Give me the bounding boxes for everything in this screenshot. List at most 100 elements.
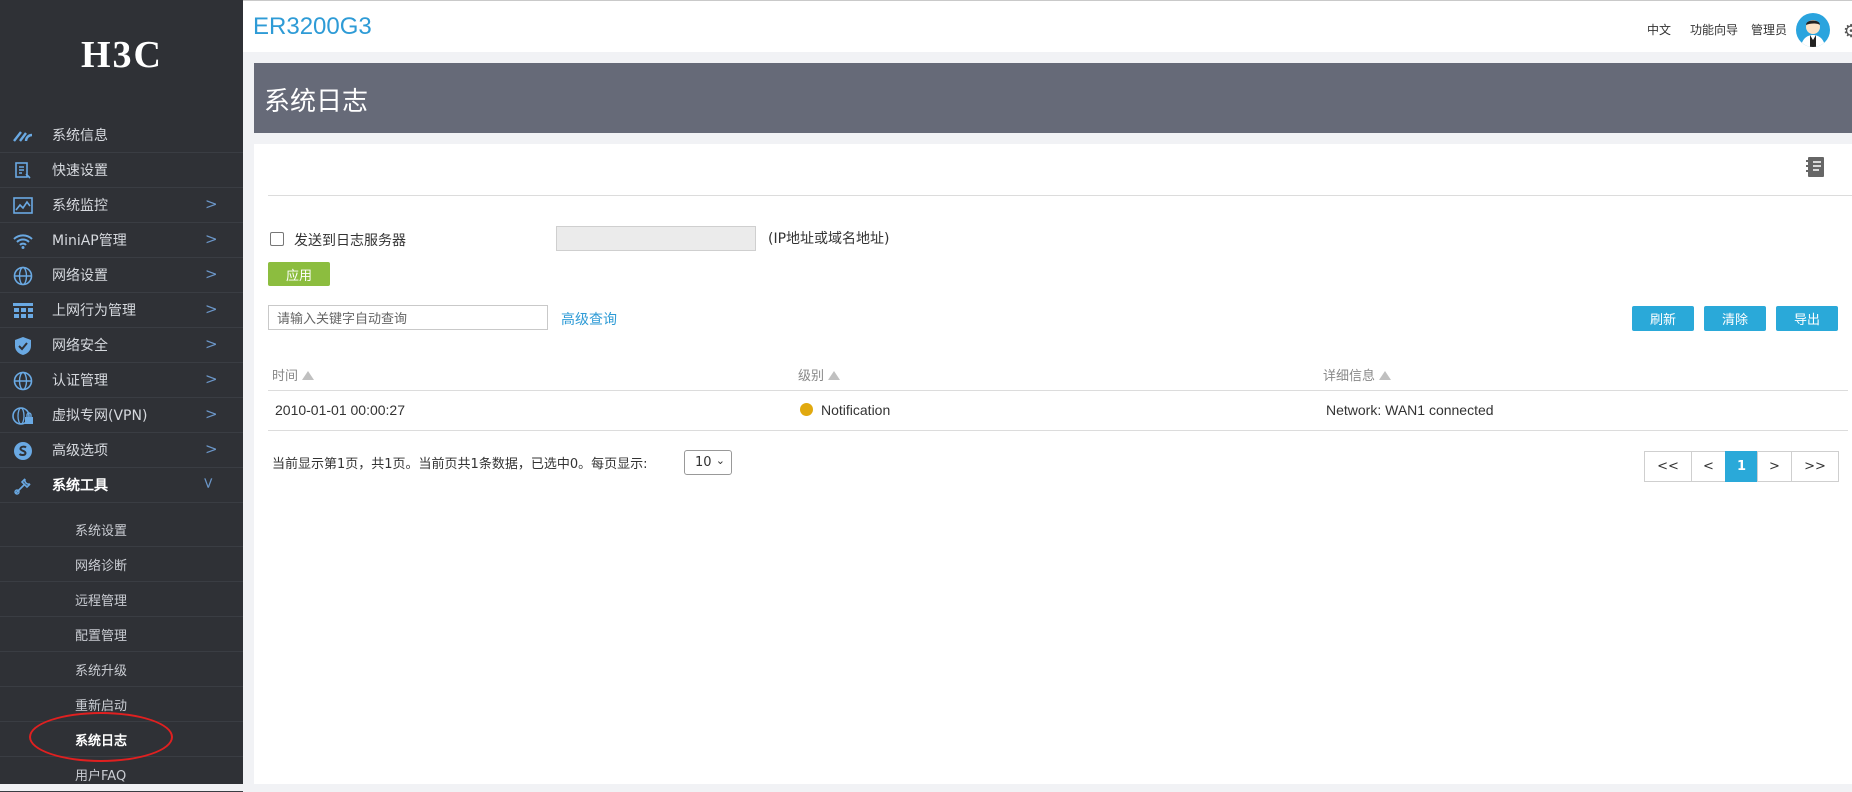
- monitor-chart-icon: [12, 196, 34, 216]
- sort-asc-icon: [302, 371, 315, 380]
- gear-icon[interactable]: ⚙: [1843, 21, 1852, 41]
- sidebar-item-label: 系统工具: [52, 478, 108, 494]
- page-1-button[interactable]: 1: [1725, 451, 1758, 482]
- column-header-time[interactable]: 时间: [272, 365, 315, 384]
- top-header: ER3200G3 中文 功能向导 管理员 ⚙: [243, 0, 1852, 52]
- sort-asc-icon: [828, 371, 841, 380]
- sidebar-item-behavior-management[interactable]: 上网行为管理 >: [0, 293, 243, 328]
- first-page-button[interactable]: <<: [1644, 451, 1692, 482]
- apply-button[interactable]: 应用: [268, 262, 330, 286]
- tools-icon: [12, 476, 34, 496]
- chevron-right-icon: >: [205, 405, 218, 423]
- sidebar-subitem-system-settings[interactable]: 系统设置: [0, 512, 243, 547]
- shield-icon: [12, 336, 34, 356]
- sidebar-item-system-monitor[interactable]: 系统监控 >: [0, 188, 243, 223]
- sidebar-item-label: 网络安全: [52, 338, 108, 354]
- sidebar-item-network-security[interactable]: 网络安全 >: [0, 328, 243, 363]
- page-size-select[interactable]: 10 ⌄: [684, 450, 732, 475]
- chevron-right-icon: >: [205, 440, 218, 458]
- sidebar-subitem-label: 配置管理: [75, 628, 128, 644]
- send-to-log-server-label: 发送到日志服务器: [294, 233, 406, 249]
- sidebar-item-label: MiniAP管理: [52, 233, 127, 249]
- sidebar-item-label: 高级选项: [52, 443, 108, 459]
- sidebar-item-label: 系统监控: [52, 198, 108, 214]
- sidebar-subitem-label: 网络诊断: [75, 558, 128, 574]
- log-server-address-input[interactable]: [556, 226, 756, 251]
- table-row[interactable]: 2010-01-01 00:00:27 Notification Network…: [268, 391, 1848, 431]
- sidebar-item-label: 系统信息: [52, 128, 108, 144]
- cell-detail: Network: WAN1 connected: [1326, 402, 1494, 418]
- wifi-icon: [12, 231, 34, 251]
- h3c-logo: H3C: [0, 38, 243, 88]
- sidebar-subitem-network-diagnosis[interactable]: 网络诊断: [0, 547, 243, 582]
- svg-text:H3C: H3C: [81, 38, 163, 70]
- sort-asc-icon: [1379, 371, 1392, 380]
- divider: [268, 195, 1852, 196]
- pagination: << < 1 > >>: [1644, 451, 1839, 482]
- page-title: 系统日志: [264, 87, 369, 117]
- send-to-log-server-checkbox[interactable]: [270, 232, 284, 246]
- wizard-link[interactable]: 功能向导: [1690, 21, 1738, 38]
- last-page-button[interactable]: >>: [1791, 451, 1839, 482]
- cell-level: Notification: [800, 402, 890, 418]
- product-name: ER3200G3: [253, 13, 372, 40]
- chevron-right-icon: >: [205, 265, 218, 283]
- sidebar-item-system-tools[interactable]: 系统工具 >: [0, 468, 243, 503]
- speedometer-icon: [12, 126, 34, 146]
- chevron-right-icon: >: [205, 335, 218, 353]
- sidebar: H3C 系统信息 快速设置 系统监控 > MiniAP管理 > 网络设置 > 上…: [0, 0, 243, 792]
- sidebar-item-label: 认证管理: [52, 373, 108, 389]
- log-server-hint: (IP地址或域名地址): [768, 231, 890, 247]
- content-panel: 发送到日志服务器 (IP地址或域名地址) 应用 请输入关键字自动查询 高级查询 …: [254, 144, 1852, 784]
- sidebar-item-label: 虚拟专网(VPN): [52, 408, 148, 424]
- sidebar-subitem-remote-management[interactable]: 远程管理: [0, 582, 243, 617]
- sidebar-item-vpn[interactable]: 虚拟专网(VPN) >: [0, 398, 243, 433]
- keyword-search-input[interactable]: 请输入关键字自动查询: [268, 305, 548, 330]
- sidebar-subitem-label: 系统升级: [75, 663, 128, 679]
- clear-button[interactable]: 清除: [1704, 306, 1766, 331]
- sidebar-subitem-user-faq[interactable]: 用户FAQ: [0, 757, 243, 792]
- chevron-right-icon: >: [205, 230, 218, 248]
- table-header: 时间 级别 详细信息: [268, 355, 1848, 391]
- chevron-right-icon: >: [205, 195, 218, 213]
- user-menu[interactable]: 管理员: [1751, 21, 1787, 38]
- export-button[interactable]: 导出: [1776, 306, 1838, 331]
- prev-page-button[interactable]: <: [1691, 451, 1726, 482]
- sidebar-item-miniap[interactable]: MiniAP管理 >: [0, 223, 243, 258]
- globe-icon: [12, 266, 34, 286]
- sidebar-subitem-config-management[interactable]: 配置管理: [0, 617, 243, 652]
- sidebar-subitem-label: 用户FAQ: [75, 768, 127, 784]
- column-header-detail[interactable]: 详细信息: [1323, 365, 1392, 384]
- page-title-banner: 系统日志: [254, 63, 1852, 133]
- avatar-person-icon: [1801, 20, 1825, 47]
- sidebar-item-system-info[interactable]: 系统信息: [0, 118, 243, 153]
- advanced-icon: [12, 441, 34, 461]
- sidebar-item-quick-settings[interactable]: 快速设置: [0, 153, 243, 188]
- sidebar-item-label: 网络设置: [52, 268, 108, 284]
- pagination-summary: 当前显示第1页，共1页。当前页共1条数据，已选中0。每页显示:: [272, 457, 648, 472]
- next-page-button[interactable]: >: [1757, 451, 1792, 482]
- sidebar-item-advanced[interactable]: 高级选项 >: [0, 433, 243, 468]
- page-size-value: 10: [695, 455, 712, 470]
- highlight-circle-annotation: [29, 712, 173, 762]
- sidebar-item-network-settings[interactable]: 网络设置 >: [0, 258, 243, 293]
- log-table: 时间 级别 详细信息 2010-01-01 00:00:27 Notificat…: [268, 355, 1848, 431]
- logo-mark: H3C: [81, 38, 163, 70]
- sidebar-subitem-system-upgrade[interactable]: 系统升级: [0, 652, 243, 687]
- language-switch[interactable]: 中文: [1647, 21, 1671, 38]
- sidebar-subitem-label: 重新启动: [75, 698, 128, 714]
- sidebar-item-auth-management[interactable]: 认证管理 >: [0, 363, 243, 398]
- advanced-search-link[interactable]: 高级查询: [561, 309, 617, 329]
- cell-time: 2010-01-01 00:00:27: [275, 402, 405, 418]
- firewall-icon: [12, 301, 34, 321]
- refresh-button[interactable]: 刷新: [1632, 306, 1694, 331]
- chevron-down-icon: ⌄: [715, 454, 725, 467]
- notebook-icon[interactable]: [1805, 156, 1827, 178]
- globe-icon: [12, 371, 34, 391]
- avatar[interactable]: [1796, 13, 1830, 47]
- column-header-level[interactable]: 级别: [798, 365, 841, 384]
- sidebar-subitem-label: 系统设置: [75, 523, 128, 539]
- level-status-dot: [800, 403, 813, 416]
- chevron-right-icon: >: [205, 300, 218, 318]
- sidebar-item-label: 上网行为管理: [52, 303, 136, 319]
